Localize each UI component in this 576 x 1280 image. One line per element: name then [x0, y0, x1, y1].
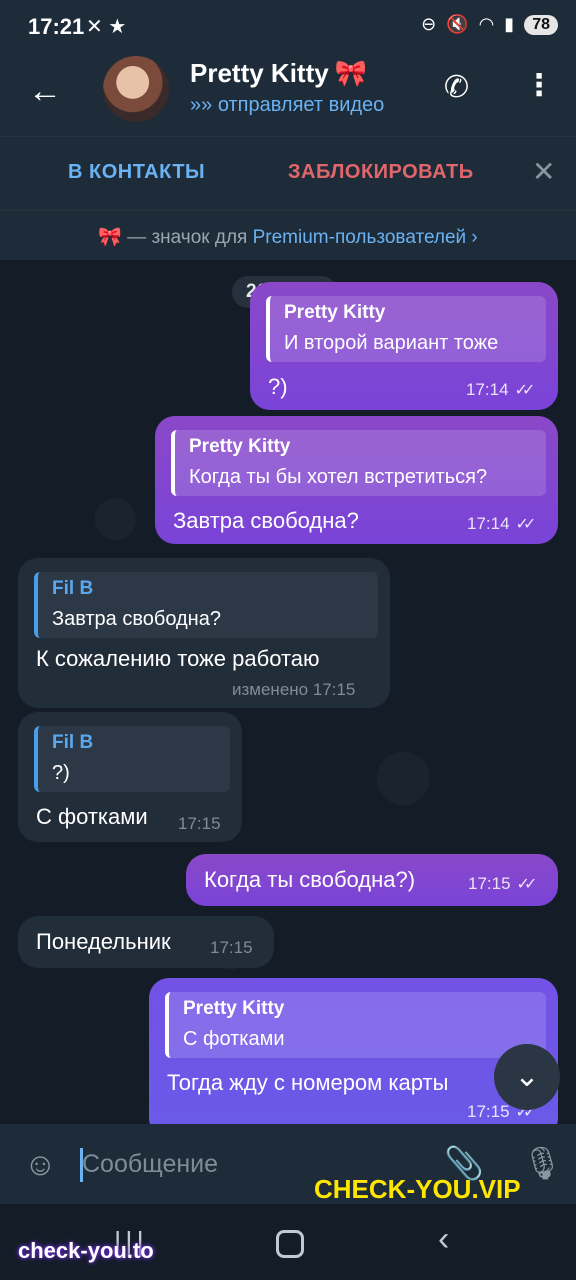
premium-hint: 🎀 — значок для Premium-пользователей › [0, 225, 576, 249]
message-bubble-incoming[interactable]: Понедельник 17:15 [18, 916, 274, 968]
microphone-icon[interactable]: 🎙 [522, 1144, 563, 1182]
message-time: изменено 17:15 [232, 680, 356, 699]
bow-emoji-icon: 🎀 [334, 58, 368, 88]
reply-quote[interactable]: Pretty Kitty И второй вариант тоже [266, 296, 546, 362]
more-vertical-icon[interactable]: ⋮ [524, 68, 554, 103]
chat-status: »» отправляет видео [190, 94, 384, 117]
message-time: 17:15 [210, 938, 253, 957]
reply-quote[interactable]: Pretty Kitty С фотками [165, 992, 546, 1058]
reply-author: Pretty Kitty [183, 998, 285, 1019]
signal-icon: ▮ [504, 14, 515, 34]
message-bubble-outgoing[interactable]: Pretty Kitty И второй вариант тоже ?) 17… [250, 282, 558, 410]
reply-text: Завтра свободна? [52, 608, 221, 630]
notification-icons: ✕ ★ [86, 16, 127, 38]
reply-text: С фотками [183, 1028, 285, 1050]
message-bubble-outgoing[interactable]: Pretty Kitty С фотками Тогда жду с номер… [149, 978, 558, 1124]
battery-indicator: 78 [524, 14, 558, 35]
reply-author: Pretty Kitty [189, 436, 291, 457]
sending-video-icon: »» [190, 94, 213, 116]
time-text: 17:14 [466, 380, 509, 399]
message-text: Когда ты свободна?) [204, 867, 416, 892]
message-bubble-outgoing[interactable]: Pretty Kitty Когда ты бы хотел встретить… [155, 416, 558, 544]
premium-badge-icon: 🎀 [98, 227, 122, 248]
premium-hint-text: — значок для [127, 227, 248, 248]
home-icon[interactable] [276, 1230, 304, 1258]
phone-icon[interactable]: ✆ [444, 70, 469, 105]
sticker-emoji-icon[interactable]: ☺ [24, 1146, 57, 1183]
chevron-down-icon: ⌄ [514, 1060, 540, 1093]
back-chevron-icon[interactable]: ‹ [438, 1220, 449, 1259]
message-text: Понедельник [36, 929, 171, 954]
message-text: ?) [268, 374, 288, 399]
message-time: 17:14 ✓✓ [467, 514, 537, 534]
watermark-main: CHECK-YOU.VIP [314, 1174, 521, 1204]
chat-title[interactable]: Pretty Kitty 🎀 [190, 58, 367, 89]
scroll-down-button[interactable]: ⌄ [494, 1044, 560, 1110]
chat-status-text: отправляет видео [217, 94, 385, 116]
message-bubble-incoming[interactable]: Fil B Завтра свободна? К сожалению тоже … [18, 558, 390, 708]
reply-author: Fil B [52, 578, 94, 599]
message-bubble-outgoing[interactable]: Когда ты свободна?) 17:15 ✓✓ [186, 854, 558, 906]
watermark-secondary: check-you.to [18, 1238, 154, 1263]
back-arrow-icon[interactable]: ← [28, 72, 62, 111]
read-ticks-icon: ✓✓ [514, 382, 536, 399]
status-right: ⊖ 🔇 ◠ ▮ 78 [421, 14, 558, 35]
read-ticks-icon: ✓✓ [515, 516, 537, 533]
time-text: 17:15 [468, 874, 511, 893]
reply-author: Pretty Kitty [284, 302, 386, 323]
contact-action-bar: В КОНТАКТЫ ЗАБЛОКИРОВАТЬ ✕ [0, 136, 576, 211]
reply-text: ?) [52, 762, 70, 784]
time-text: 17:14 [467, 514, 510, 533]
avatar[interactable] [103, 56, 169, 122]
time-text: 17:15 [467, 1102, 510, 1121]
message-time: 17:15 [178, 814, 221, 833]
message-time: 17:15 ✓✓ [468, 874, 538, 894]
reply-text: И второй вариант тоже [284, 332, 499, 354]
message-text: Завтра свободна? [173, 508, 359, 533]
message-text: С фотками [36, 804, 148, 829]
message-text: К сожалению тоже работаю [36, 646, 320, 671]
block-button[interactable]: ЗАБЛОКИРОВАТЬ [288, 161, 474, 184]
message-bubble-incoming[interactable]: Fil B ?) С фотками 17:15 [18, 712, 242, 842]
message-input[interactable]: Сообщение [82, 1150, 218, 1179]
chat-area[interactable]: 26 июля Pretty Kitty И второй вариант то… [0, 260, 576, 1124]
mute-icon: 🔇 [446, 14, 469, 34]
message-time: 17:14 ✓✓ [466, 380, 536, 400]
reply-text: Когда ты бы хотел встретиться? [189, 466, 488, 488]
reply-quote[interactable]: Pretty Kitty Когда ты бы хотел встретить… [171, 430, 546, 496]
add-to-contacts-button[interactable]: В КОНТАКТЫ [68, 161, 205, 184]
dnd-icon: ⊖ [421, 14, 437, 34]
premium-hint-bar[interactable]: 🎀 — значок для Premium-пользователей › [0, 210, 576, 261]
status-bar: 17:21 ✕ ★ ⊖ 🔇 ◠ ▮ 78 [0, 0, 576, 56]
chat-title-text: Pretty Kitty [190, 58, 329, 88]
reply-quote[interactable]: Fil B ?) [34, 726, 230, 792]
close-icon[interactable]: ✕ [532, 155, 555, 188]
premium-link[interactable]: Premium-пользователей › [253, 227, 478, 248]
message-text: Тогда жду с номером карты [167, 1070, 449, 1095]
read-ticks-icon: ✓✓ [516, 876, 538, 893]
chat-header: ← Pretty Kitty 🎀 »» отправляет видео ✆ ⋮ [0, 56, 576, 136]
status-time: 17:21 [28, 14, 85, 39]
wifi-icon: ◠ [478, 14, 495, 34]
reply-quote[interactable]: Fil B Завтра свободна? [34, 572, 378, 638]
reply-author: Fil B [52, 732, 94, 753]
